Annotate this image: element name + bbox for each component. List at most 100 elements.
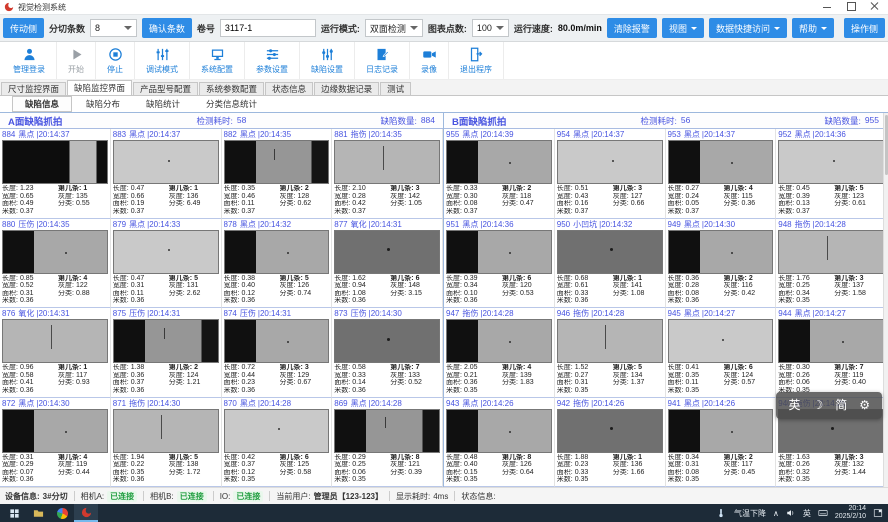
- defect-image[interactable]: [446, 319, 552, 363]
- defect-cell[interactable]: 946拖伤|20:14:28长度:1.52宽度:0.27面积:0.31米数:0.…: [555, 308, 666, 398]
- main-tab-3[interactable]: 系统参数配置: [199, 82, 264, 95]
- defect-cell[interactable]: 880压伤|20:14:35长度:0.85宽度:0.52面积:0.31米数:0.…: [0, 219, 111, 309]
- defect-cell[interactable]: 876氧化|20:14:31长度:0.96宽度:0.58面积:0.41米数:0.…: [0, 308, 111, 398]
- defect-image[interactable]: [334, 319, 440, 363]
- defect-image[interactable]: [334, 230, 440, 274]
- defect-cell[interactable]: 944黑点|20:14:27长度:0.30宽度:0.26面积:0.06米数:0.…: [776, 308, 887, 398]
- defect-cell[interactable]: 883黑点|20:14:37长度:0.47宽度:0.66面积:0.19米数:0.…: [111, 129, 222, 219]
- defect-cell[interactable]: 955黑点|20:14:39长度:0.33宽度:0.30面积:0.08米数:0.…: [444, 129, 555, 219]
- defect-image[interactable]: [224, 319, 330, 363]
- data-quick-access-button[interactable]: 数据快捷访问: [709, 18, 787, 38]
- view-menu-button[interactable]: 视图: [662, 18, 704, 38]
- exit-button[interactable]: 退出程序: [449, 42, 504, 79]
- defect-cell[interactable]: 879黑点|20:14:33长度:0.47宽度:0.31面积:0.11米数:0.…: [111, 219, 222, 309]
- defect-cell[interactable]: 873压伤|20:14:30长度:0.58宽度:0.33面积:0.14米数:0.…: [332, 308, 443, 398]
- lang-english-button[interactable]: 英: [788, 392, 800, 419]
- sub-tab-0[interactable]: 缺陷信息: [12, 96, 72, 112]
- moon-icon[interactable]: ☽: [812, 392, 823, 419]
- file-explorer-icon[interactable]: [26, 504, 50, 522]
- defect-image[interactable]: [2, 409, 108, 453]
- defect-cell[interactable]: 948拖伤|20:14:28长度:1.76宽度:0.25面积:0.34米数:0.…: [776, 219, 887, 309]
- defect-image[interactable]: [113, 409, 219, 453]
- clear-alarm-button[interactable]: 清除报警: [607, 18, 657, 38]
- drive-side-button[interactable]: 传动侧: [3, 18, 44, 38]
- help-menu-button[interactable]: 帮助: [792, 18, 834, 38]
- param-settings-button[interactable]: 参数设置: [245, 42, 300, 79]
- defect-image[interactable]: [557, 409, 663, 453]
- defect-cell[interactable]: 875压伤|20:14:31长度:1.38宽度:0.36面积:0.37米数:0.…: [111, 308, 222, 398]
- slit-count-select[interactable]: 8: [90, 19, 137, 37]
- sub-tab-2[interactable]: 缺陷统计: [134, 97, 192, 111]
- browser-icon[interactable]: [50, 504, 74, 522]
- log-record-button[interactable]: 日志记录: [355, 42, 410, 79]
- defect-cell[interactable]: 878黑点|20:14:32长度:0.38宽度:0.40面积:0.12米数:0.…: [222, 219, 333, 309]
- defect-cell[interactable]: 942拖伤|20:14:26长度:1.88宽度:0.23面积:0.33米数:0.…: [555, 398, 666, 488]
- roll-number-input[interactable]: [220, 19, 316, 37]
- defect-cell[interactable]: 877氧化|20:14:31长度:1.62宽度:0.94面积:1.08米数:0.…: [332, 219, 443, 309]
- defect-image[interactable]: [668, 319, 774, 363]
- defect-image[interactable]: [446, 140, 552, 184]
- defect-cell[interactable]: 874压伤|20:14:31长度:0.72宽度:0.44面积:0.23米数:0.…: [222, 308, 333, 398]
- weather-text[interactable]: 气温下降: [734, 508, 766, 519]
- defect-cell[interactable]: 943黑点|20:14:26长度:0.48宽度:0.40面积:0.15米数:0.…: [444, 398, 555, 488]
- touch-keyboard-icon[interactable]: [818, 508, 828, 518]
- defect-cell[interactable]: 953黑点|20:14:37长度:0.27宽度:0.24面积:0.05米数:0.…: [666, 129, 777, 219]
- defect-cell[interactable]: 882黑点|20:14:35长度:0.35宽度:0.46面积:0.11米数:0.…: [222, 129, 333, 219]
- close-button[interactable]: [870, 1, 880, 11]
- confirm-count-button[interactable]: 确认条数: [142, 18, 192, 38]
- defect-cell[interactable]: 949黑点|20:14:30长度:0.36宽度:0.28面积:0.08米数:0.…: [666, 219, 777, 309]
- defect-image[interactable]: [668, 409, 774, 453]
- defect-cell[interactable]: 945黑点|20:14:27长度:0.41宽度:0.35面积:0.11米数:0.…: [666, 308, 777, 398]
- sub-tab-3[interactable]: 分类信息统计: [194, 97, 269, 111]
- main-tab-6[interactable]: 测试: [380, 82, 411, 95]
- defect-cell[interactable]: 950小凹坑|20:14:32长度:0.68宽度:0.61面积:0.33米数:0…: [555, 219, 666, 309]
- defect-image[interactable]: [113, 319, 219, 363]
- defect-image[interactable]: [778, 140, 884, 184]
- thermometer-icon[interactable]: [715, 504, 727, 522]
- taskbar-clock[interactable]: 20:14 2025/2/10: [835, 505, 866, 521]
- defect-image[interactable]: [557, 230, 663, 274]
- defect-cell[interactable]: 872黑点|20:14:30长度:0.31宽度:0.29面积:0.07米数:0.…: [0, 398, 111, 488]
- defect-image[interactable]: [224, 140, 330, 184]
- debug-mode-button[interactable]: 调试模式: [135, 42, 190, 79]
- defect-image[interactable]: [446, 409, 552, 453]
- defect-cell[interactable]: 869黑点|20:14:28长度:0.29宽度:0.25面积:0.06米数:0.…: [332, 398, 443, 488]
- defect-cell[interactable]: 954黑点|20:14:37长度:0.51宽度:0.43面积:0.16米数:0.…: [555, 129, 666, 219]
- defect-image[interactable]: [778, 319, 884, 363]
- defect-cell[interactable]: 951黑点|20:14:36长度:0.39宽度:0.34面积:0.10米数:0.…: [444, 219, 555, 309]
- start-button[interactable]: [2, 504, 26, 522]
- input-language-indicator[interactable]: 英: [803, 508, 811, 519]
- maximize-button[interactable]: [846, 1, 856, 11]
- defect-image[interactable]: [557, 140, 663, 184]
- minimize-button[interactable]: [822, 1, 832, 11]
- login-button[interactable]: 管理登录: [2, 42, 57, 79]
- defect-cell[interactable]: 881拖伤|20:14:35长度:2.10宽度:0.28面积:0.42米数:0.…: [332, 129, 443, 219]
- defect-image[interactable]: [113, 140, 219, 184]
- stop-button[interactable]: 停止: [96, 42, 135, 79]
- defect-image[interactable]: [224, 230, 330, 274]
- run-mode-select[interactable]: 双面检测: [365, 19, 423, 37]
- defect-image[interactable]: [2, 140, 108, 184]
- operate-side-button[interactable]: 操作侧: [844, 18, 885, 38]
- defect-image[interactable]: [668, 230, 774, 274]
- main-tab-5[interactable]: 边缘数据记录: [314, 82, 379, 95]
- chart-points-select[interactable]: 100: [472, 19, 509, 37]
- main-tab-2[interactable]: 产品型号配置: [133, 82, 198, 95]
- defect-image[interactable]: [557, 319, 663, 363]
- defect-image[interactable]: [224, 409, 330, 453]
- defect-cell[interactable]: 952黑点|20:14:36长度:0.45宽度:0.39面积:0.13米数:0.…: [776, 129, 887, 219]
- defect-cell[interactable]: 870黑点|20:14:28长度:0.42宽度:0.37面积:0.12米数:0.…: [222, 398, 333, 488]
- defect-image[interactable]: [2, 319, 108, 363]
- defect-image[interactable]: [778, 230, 884, 274]
- main-tab-4[interactable]: 状态信息: [265, 82, 313, 95]
- defect-cell[interactable]: 947拖伤|20:14:28长度:2.05宽度:0.21面积:0.36米数:0.…: [444, 308, 555, 398]
- defect-image[interactable]: [446, 230, 552, 274]
- defect-image[interactable]: [334, 409, 440, 453]
- defect-image[interactable]: [334, 140, 440, 184]
- system-config-button[interactable]: 系统配置: [190, 42, 245, 79]
- sub-tab-1[interactable]: 缺陷分布: [74, 97, 132, 111]
- start-button[interactable]: 开始: [57, 42, 96, 79]
- main-tab-1[interactable]: 缺陷监控界面: [67, 80, 132, 95]
- inspection-app-icon[interactable]: [74, 504, 98, 522]
- lang-simplified-button[interactable]: 简: [835, 392, 847, 419]
